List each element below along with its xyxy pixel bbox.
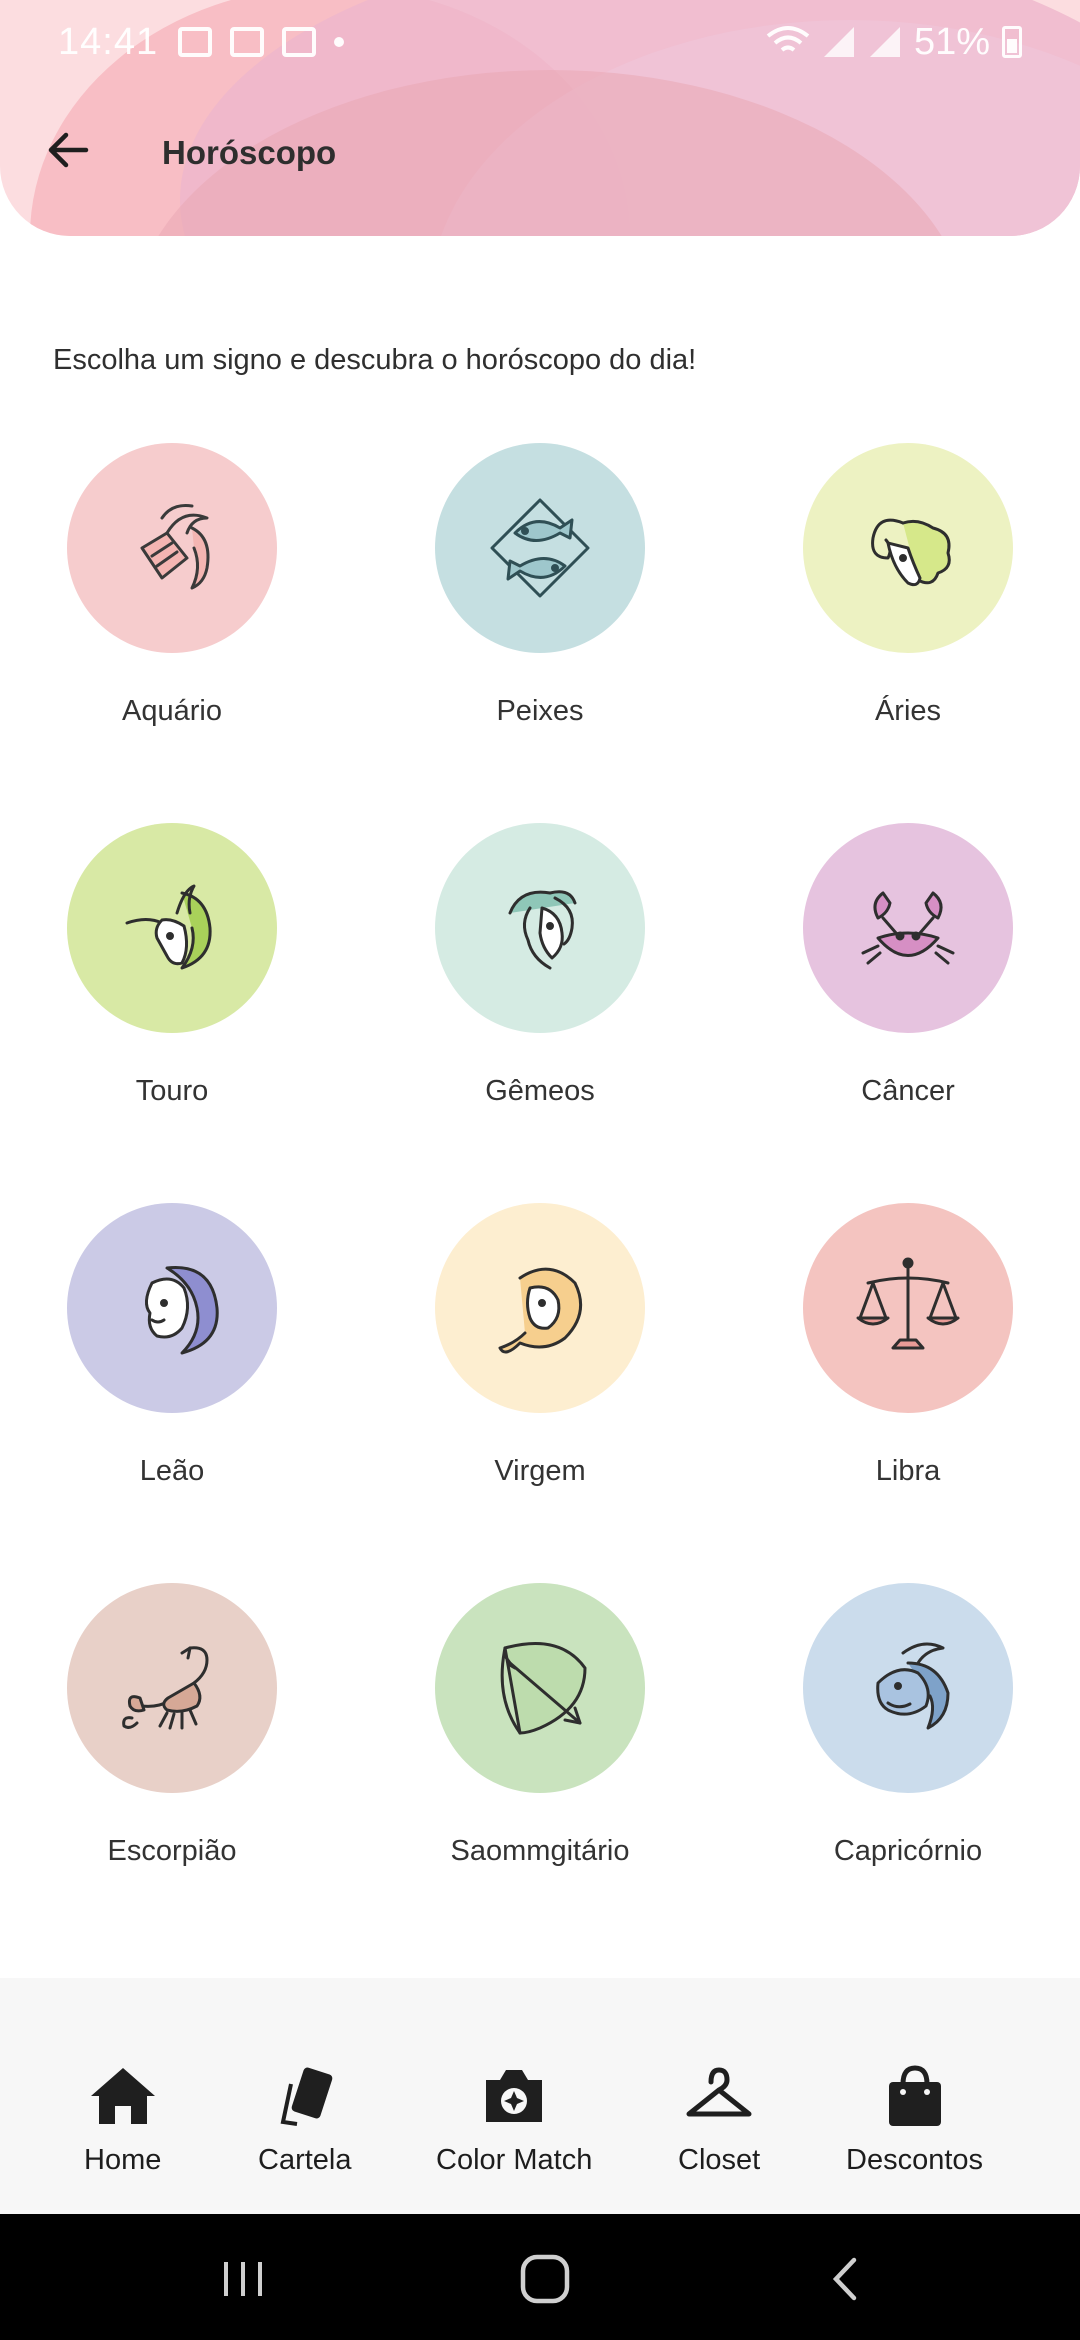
camera-icon (486, 2070, 543, 2122)
sign-gemeos[interactable]: Gêmeos (390, 823, 690, 1108)
calendar-notification-icon (282, 27, 317, 57)
gemini-icon (508, 890, 577, 970)
pisces-icon (490, 498, 590, 598)
sign-label: Saommgitário (450, 1835, 630, 1867)
sign-label: Leão (139, 1455, 205, 1487)
sign-cancer[interactable]: Câncer (758, 823, 1058, 1108)
gemini-badge (435, 823, 645, 1033)
recent-apps-icon (224, 2262, 262, 2296)
sign-sagitario[interactable]: Saommgitário (390, 1583, 690, 1868)
aquarius-icon (140, 504, 210, 590)
shopping-bag-icon (888, 2065, 941, 2126)
header: 14:41 51% Horóscopo (0, 0, 1080, 236)
sign-label: Touro (135, 1075, 209, 1107)
recent-apps-button[interactable] (208, 2244, 278, 2314)
aquarius-badge (67, 443, 277, 653)
cancer-icon (861, 891, 955, 965)
home-icon (90, 2068, 155, 2124)
nav-label: Cartela (258, 2144, 352, 2176)
sign-libra[interactable]: Libra (758, 1203, 1058, 1488)
subtitle: Escolha um signo e descubra o horóscopo … (53, 344, 697, 376)
sagittarius-icon (500, 1642, 587, 1735)
nav-closet[interactable]: Closet (678, 2064, 760, 2177)
sign-label: Áries (874, 695, 942, 727)
nav-label: Home (84, 2144, 162, 2176)
sign-label: Capricórnio (833, 1835, 983, 1867)
nav-label: Descontos (846, 2144, 984, 2176)
back-system-button[interactable] (812, 2244, 882, 2314)
bottom-navigation: Home Cartela Color Match Closet Desconto… (0, 1978, 1080, 2214)
battery-percent: 51% (913, 20, 990, 63)
back-button[interactable] (36, 118, 100, 182)
sign-escorpiao[interactable]: Escorpião (22, 1583, 322, 1868)
sign-leao[interactable]: Leão (22, 1203, 322, 1488)
sign-aquario[interactable]: Aquário (22, 443, 322, 728)
sign-label: Peixes (496, 695, 584, 727)
virgo-badge (435, 1203, 645, 1413)
nav-label: Closet (678, 2144, 761, 2176)
virgo-icon (498, 1267, 583, 1354)
signal-icon-2 (869, 27, 900, 57)
wifi-icon (766, 26, 810, 52)
leo-badge (67, 1203, 277, 1413)
home-system-icon (520, 2254, 570, 2304)
status-right: 51% (766, 21, 1022, 64)
arrow-back-icon (48, 132, 89, 168)
taurus-icon (125, 884, 212, 970)
system-navigation-bar (0, 2214, 1080, 2340)
sign-virgem[interactable]: Virgem (390, 1203, 690, 1488)
nav-descontos[interactable]: Descontos (846, 2064, 983, 2177)
capricorn-badge (803, 1583, 1013, 1793)
cancer-badge (803, 823, 1013, 1033)
sign-capricornio[interactable]: Capricórnio (758, 1583, 1058, 1868)
sign-aries[interactable]: Áries (758, 443, 1058, 728)
capricorn-icon (876, 1642, 950, 1730)
horoscope-screen: 14:41 51% Horóscopo Escolha um signo e d… (0, 0, 1080, 2340)
libra-badge (803, 1203, 1013, 1413)
image-notification-icon (178, 27, 213, 57)
cards-icon (280, 2067, 333, 2126)
aries-badge (803, 443, 1013, 653)
nav-color-match[interactable]: Color Match (436, 2064, 592, 2177)
sign-label: Libra (875, 1455, 941, 1487)
page-title: Horóscopo (162, 134, 337, 171)
sign-touro[interactable]: Touro (22, 823, 322, 1108)
status-bar: 14:41 51% (0, 0, 1080, 84)
sign-label: Escorpião (107, 1835, 237, 1867)
sign-peixes[interactable]: Peixes (390, 443, 690, 728)
battery-icon (1002, 26, 1022, 58)
sign-label: Virgem (494, 1455, 586, 1487)
news-notification-icon (230, 27, 265, 57)
libra-icon (856, 1257, 960, 1350)
scorpio-badge (67, 1583, 277, 1793)
leo-icon (145, 1266, 219, 1355)
more-notifications-icon (334, 37, 345, 47)
nav-home[interactable]: Home (84, 2064, 161, 2177)
sign-label: Gêmeos (485, 1075, 595, 1107)
sign-label: Câncer (861, 1075, 955, 1107)
pisces-badge (435, 443, 645, 653)
hanger-icon (686, 2067, 752, 2117)
status-time: 14:41 (58, 20, 159, 63)
signal-icon-1 (823, 27, 854, 57)
taurus-badge (67, 823, 277, 1033)
sagittarius-badge (435, 1583, 645, 1793)
home-system-button[interactable] (510, 2244, 580, 2314)
nav-label: Color Match (436, 2144, 593, 2176)
nav-cartela[interactable]: Cartela (258, 2064, 352, 2177)
back-system-icon (832, 2257, 857, 2301)
scorpio-icon (122, 1646, 209, 1730)
aries-icon (871, 518, 951, 587)
notification-icons (178, 27, 345, 57)
sign-label: Aquário (122, 695, 222, 727)
